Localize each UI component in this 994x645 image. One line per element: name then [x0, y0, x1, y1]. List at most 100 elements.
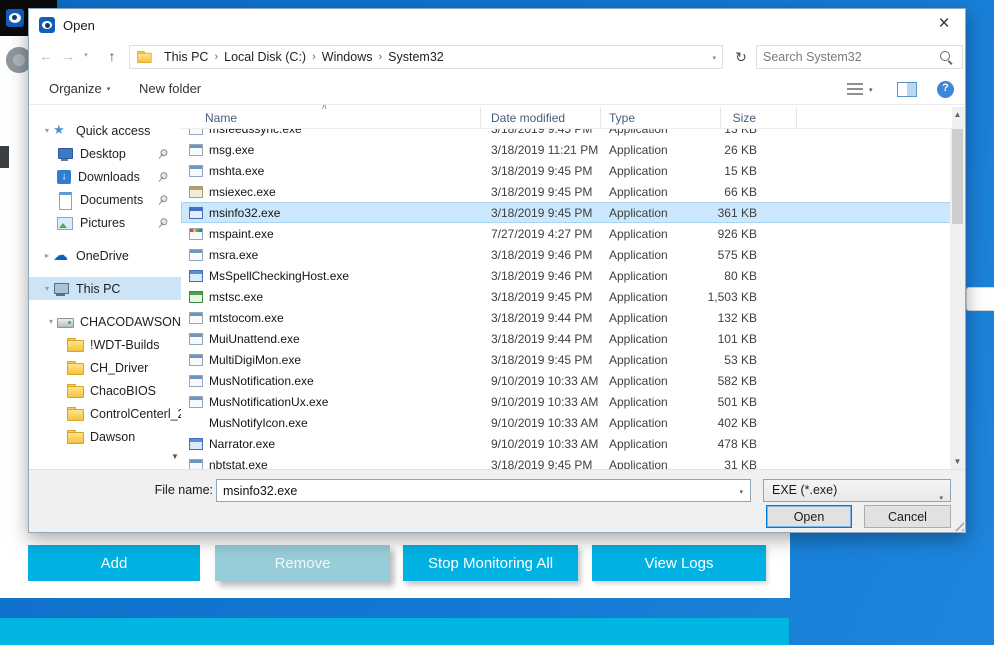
- file-name: nbtstat.exe: [209, 457, 268, 470]
- file-type-icon: [189, 311, 203, 324]
- column-header-size[interactable]: Size: [721, 107, 797, 128]
- file-date-modified: 3/18/2019 9:45 PM: [491, 457, 593, 470]
- file-row[interactable]: msg.exe 3/18/2019 11:21 PM Application 2…: [181, 139, 952, 160]
- sidebar-item[interactable]: Desktop: [29, 142, 181, 165]
- file-type: Application: [609, 163, 668, 178]
- file-row[interactable]: mspaint.exe 7/27/2019 4:27 PM Applicatio…: [181, 223, 952, 244]
- folder-icon: [67, 383, 84, 399]
- sidebar-item-label: CHACODAWSON: [80, 314, 181, 329]
- file-row[interactable]: MusNotification.exe 9/10/2019 10:33 AM A…: [181, 370, 952, 391]
- file-row[interactable]: nbtstat.exe 3/18/2019 9:45 PM Applicatio…: [181, 454, 952, 469]
- sidebar-item[interactable]: !WDT-Builds: [29, 333, 181, 356]
- file-row[interactable]: Narrator.exe 9/10/2019 10:33 AM Applicat…: [181, 433, 952, 454]
- computer-icon: [53, 281, 69, 297]
- file-name: msiexec.exe: [209, 184, 276, 199]
- file-row[interactable]: msiexec.exe 3/18/2019 9:45 PM Applicatio…: [181, 181, 952, 202]
- organize-label: Organize: [49, 81, 102, 96]
- file-name: Narrator.exe: [209, 436, 276, 451]
- resize-grip[interactable]: [951, 518, 964, 531]
- sidebar-scroll-down-icon[interactable]: [169, 452, 181, 461]
- search-icon[interactable]: [940, 51, 954, 65]
- sidebar-item-label: ControlCenterl_2: [90, 406, 181, 421]
- help-icon[interactable]: [937, 81, 954, 98]
- file-type: Application: [609, 142, 668, 157]
- sidebar-item-label: ChacoBIOS: [90, 383, 157, 398]
- expander-icon[interactable]: ▸: [41, 251, 53, 260]
- list-scrollbar[interactable]: [950, 107, 965, 469]
- breadcrumb-item[interactable]: This PC: [159, 50, 213, 64]
- file-row[interactable]: MsSpellCheckingHost.exe 3/18/2019 9:46 P…: [181, 265, 952, 286]
- expander-icon[interactable]: ▾: [45, 317, 57, 326]
- app-action-button[interactable]: Remove: [215, 545, 390, 581]
- file-size: 101 KB: [717, 331, 757, 346]
- file-date-modified: 3/18/2019 9:45 PM: [491, 352, 593, 367]
- file-row[interactable]: msfeedssync.exe 3/18/2019 9:45 PM Applic…: [181, 129, 952, 139]
- address-dropdown-icon[interactable]: [712, 54, 716, 62]
- scroll-down-icon[interactable]: [950, 454, 965, 469]
- sidebar-item[interactable]: ▸ OneDrive: [29, 244, 181, 267]
- sidebar-item[interactable]: Pictures: [29, 211, 181, 234]
- scroll-thumb[interactable]: [952, 129, 963, 224]
- monitor-icon: [57, 146, 73, 162]
- preview-pane-icon[interactable]: [897, 82, 917, 97]
- recent-locations-chevron-icon[interactable]: [79, 45, 93, 67]
- sidebar-item[interactable]: Documents: [29, 188, 181, 211]
- file-row[interactable]: mshta.exe 3/18/2019 9:45 PM Application …: [181, 160, 952, 181]
- scroll-up-icon[interactable]: [950, 107, 965, 122]
- breadcrumb-item[interactable]: Windows: [317, 50, 378, 64]
- chevron-down-icon[interactable]: [739, 488, 743, 496]
- column-header-date-modified[interactable]: Date modified: [481, 107, 601, 128]
- organize-button[interactable]: Organize: [49, 81, 110, 96]
- file-type-value: EXE (*.exe): [772, 483, 838, 497]
- chevron-down-icon[interactable]: [869, 86, 873, 94]
- view-options-icon[interactable]: [847, 83, 863, 96]
- up-icon[interactable]: [101, 45, 123, 67]
- sidebar-item[interactable]: ▾ Quick access: [29, 119, 181, 142]
- open-button[interactable]: Open: [766, 505, 852, 528]
- file-row[interactable]: MusNotificationUx.exe 9/10/2019 10:33 AM…: [181, 391, 952, 412]
- file-type: Application: [609, 184, 668, 199]
- refresh-icon[interactable]: [729, 45, 753, 69]
- sidebar-item[interactable]: Downloads: [29, 165, 181, 188]
- sidebar-item[interactable]: ControlCenterl_2: [29, 402, 181, 425]
- expander-icon[interactable]: ▾: [41, 284, 53, 293]
- sidebar-item[interactable]: ChacoBIOS: [29, 379, 181, 402]
- sidebar-item[interactable]: ▾ CHACODAWSON: [29, 310, 181, 333]
- file-name-input[interactable]: [223, 481, 713, 500]
- sidebar-item[interactable]: Dawson: [29, 425, 181, 448]
- file-row[interactable]: MuiUnattend.exe 3/18/2019 9:44 PM Applic…: [181, 328, 952, 349]
- file-type-select[interactable]: EXE (*.exe): [763, 479, 951, 502]
- column-header-name[interactable]: Name: [181, 107, 481, 128]
- file-type: Application: [609, 352, 668, 367]
- app-action-button[interactable]: Add: [28, 545, 200, 581]
- sidebar-item[interactable]: CH_Driver: [29, 356, 181, 379]
- file-row[interactable]: MusNotifyIcon.exe 9/10/2019 10:33 AM App…: [181, 412, 952, 433]
- forward-icon[interactable]: [57, 45, 79, 67]
- address-bar[interactable]: This PC › Local Disk (C:) › Windows › System32: [129, 45, 723, 69]
- sidebar-item[interactable]: ▾ This PC: [29, 277, 181, 300]
- file-date-modified: 3/18/2019 9:45 PM: [491, 205, 593, 220]
- back-icon[interactable]: [35, 45, 57, 67]
- file-row[interactable]: mtstocom.exe 3/18/2019 9:44 PM Applicati…: [181, 307, 952, 328]
- file-name: mspaint.exe: [209, 226, 274, 241]
- file-row[interactable]: mstsc.exe 3/18/2019 9:45 PM Application …: [181, 286, 952, 307]
- dialog-titlebar[interactable]: Open: [29, 9, 965, 41]
- cancel-button[interactable]: Cancel: [864, 505, 951, 528]
- close-icon[interactable]: [933, 13, 955, 35]
- file-row[interactable]: MultiDigiMon.exe 3/18/2019 9:45 PM Appli…: [181, 349, 952, 370]
- search-input[interactable]: [763, 47, 933, 67]
- file-size: 402 KB: [717, 415, 757, 430]
- column-header-type[interactable]: Type: [601, 107, 721, 128]
- new-folder-button[interactable]: New folder: [139, 81, 201, 96]
- pin-icon: [153, 214, 169, 230]
- app-action-button[interactable]: View Logs: [592, 545, 766, 581]
- pin-icon: [153, 145, 169, 161]
- file-name-label: File name:: [154, 483, 213, 497]
- breadcrumb-item[interactable]: System32: [383, 50, 449, 64]
- expander-icon[interactable]: ▾: [41, 126, 53, 135]
- file-row[interactable]: msinfo32.exe 3/18/2019 9:45 PM Applicati…: [181, 202, 952, 223]
- file-row[interactable]: msra.exe 3/18/2019 9:46 PM Application 5…: [181, 244, 952, 265]
- file-size: 66 KB: [724, 184, 757, 199]
- app-action-button[interactable]: Stop Monitoring All: [403, 545, 578, 581]
- breadcrumb-item[interactable]: Local Disk (C:): [219, 50, 311, 64]
